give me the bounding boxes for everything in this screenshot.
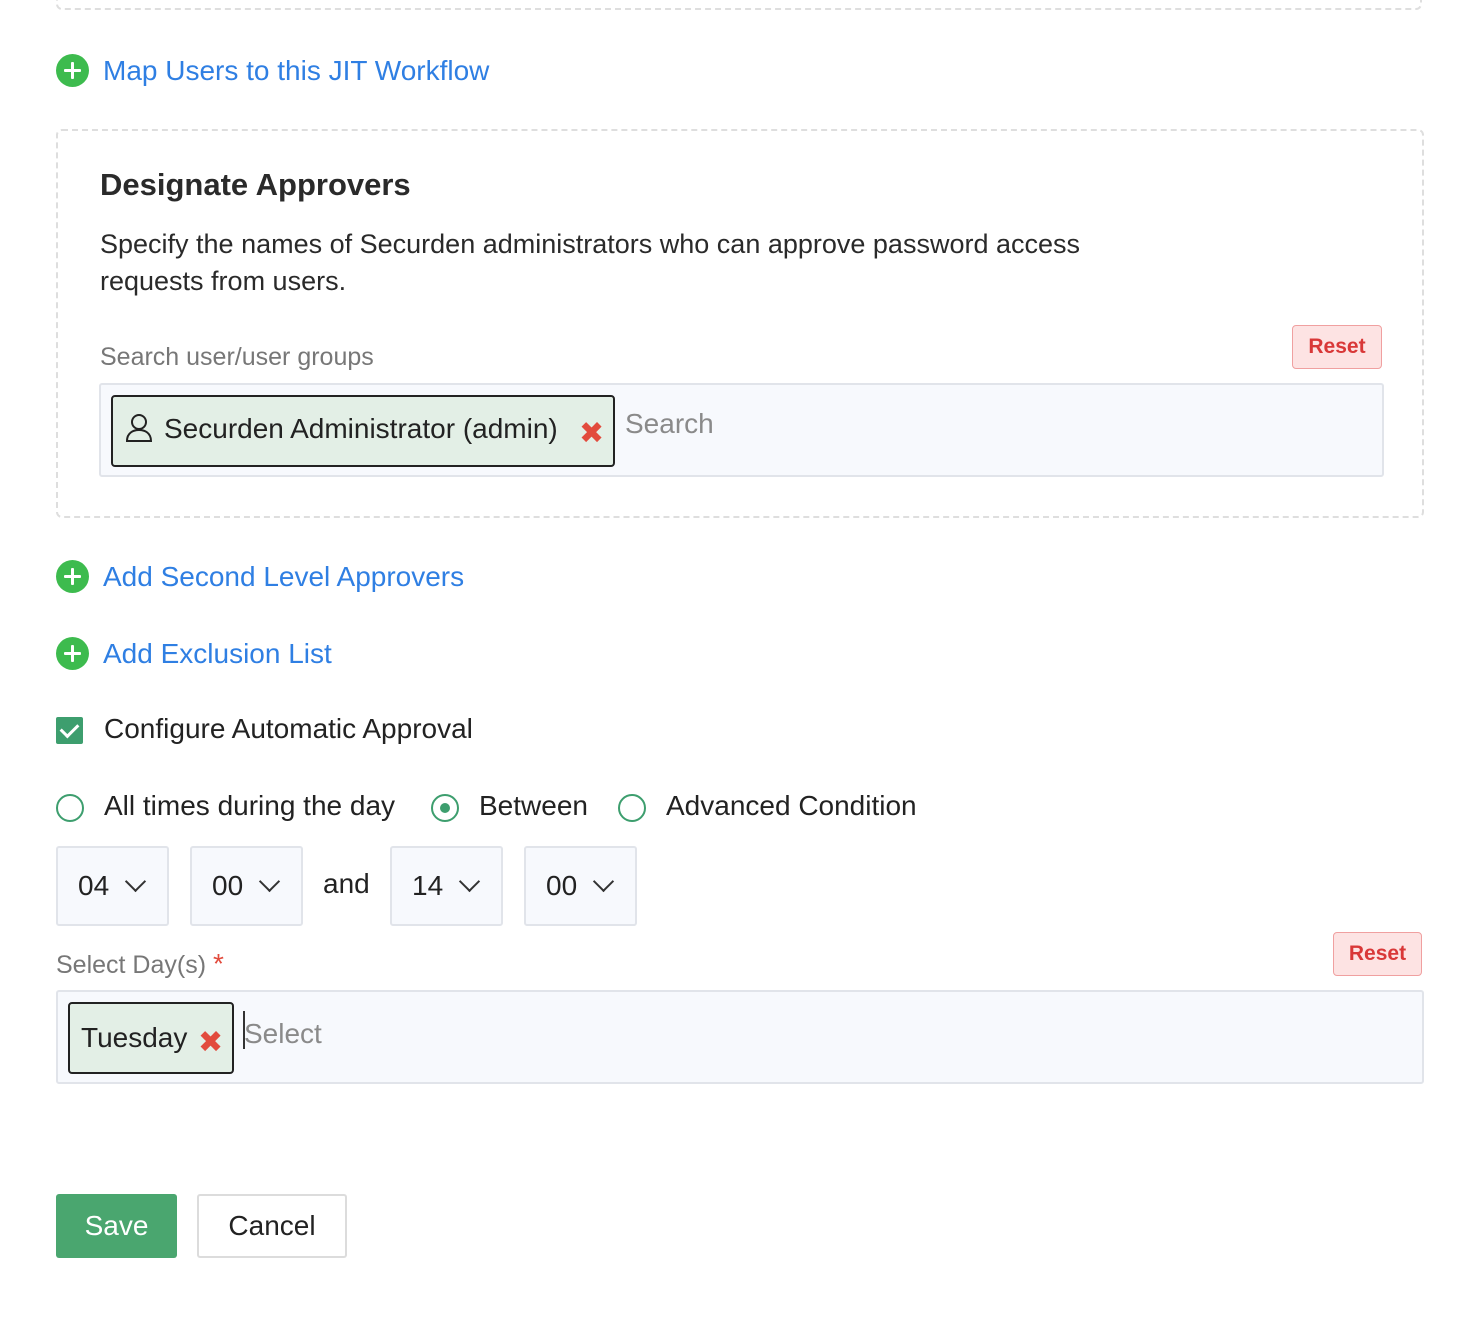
add-circle-icon [56,637,89,670]
days-select-field[interactable]: Tuesday ✖ Select [56,990,1424,1084]
cancel-button[interactable]: Cancel [197,1194,347,1258]
day-token-label: Tuesday [81,1022,188,1053]
end-minute-value: 00 [546,870,578,901]
radio-between[interactable] [431,794,459,822]
radio-all-times[interactable] [56,794,84,822]
save-button[interactable]: Save [56,1194,177,1258]
automatic-approval-checkbox[interactable] [56,717,83,744]
select-days-label-text: Select Day(s) [56,951,207,979]
chevron-down-icon [592,870,615,893]
start-hour-value: 04 [78,870,110,901]
chevron-down-icon [258,870,281,893]
section-title: Designate Approvers [100,167,411,202]
start-hour-select[interactable]: 04 [56,846,169,926]
add-circle-icon [56,560,89,593]
start-minute-select[interactable]: 00 [190,846,303,926]
approvers-reset-button[interactable]: Reset [1292,325,1382,369]
exclusion-list-label: Add Exclusion List [103,637,332,669]
radio-between-label: Between [479,790,588,821]
and-label: and [323,868,370,899]
radio-advanced-condition[interactable] [618,794,646,822]
end-hour-value: 14 [412,870,444,901]
days-input-placeholder[interactable]: Select [244,1018,322,1050]
remove-icon[interactable]: ✖ [198,1028,223,1058]
section-description: Specify the names of Securden administra… [100,229,1081,296]
end-minute-select[interactable]: 00 [524,846,637,926]
add-exclusion-list-link[interactable]: Add Exclusion List [56,637,332,670]
remove-icon[interactable]: ✖ [579,419,604,449]
radio-advanced-condition-label: Advanced Condition [666,790,917,821]
approver-token: Securden Administrator (admin) ✖ [111,395,615,467]
end-hour-select[interactable]: 14 [390,846,503,926]
days-reset-button[interactable]: Reset [1333,932,1422,976]
approver-search-field[interactable]: Securden Administrator (admin) ✖ Search [99,383,1384,477]
search-input-placeholder[interactable]: Search [625,408,714,440]
previous-section-box [56,0,1422,10]
chevron-down-icon [124,870,147,893]
designate-approvers-section: Designate Approvers Specify the names of… [56,129,1424,518]
search-users-label: Search user/user groups [100,343,374,371]
second-level-label: Add Second Level Approvers [103,560,465,592]
map-users-label: Map Users to this JIT Workflow [103,54,490,86]
required-mark: * [213,948,224,979]
approver-token-label: Securden Administrator (admin) [164,413,558,444]
chevron-down-icon [458,870,481,893]
radio-selected-dot [440,803,450,813]
text-cursor [243,1011,245,1049]
check-icon [59,718,80,739]
add-circle-icon [56,54,89,87]
select-days-label: Select Day(s) * [56,948,224,980]
start-minute-value: 00 [212,870,244,901]
add-second-level-approvers-link[interactable]: Add Second Level Approvers [56,560,464,593]
automatic-approval-label: Configure Automatic Approval [104,713,473,744]
user-icon [125,414,153,442]
day-token: Tuesday ✖ [68,1002,234,1074]
map-users-link[interactable]: Map Users to this JIT Workflow [56,54,489,87]
radio-all-times-label: All times during the day [104,790,396,821]
